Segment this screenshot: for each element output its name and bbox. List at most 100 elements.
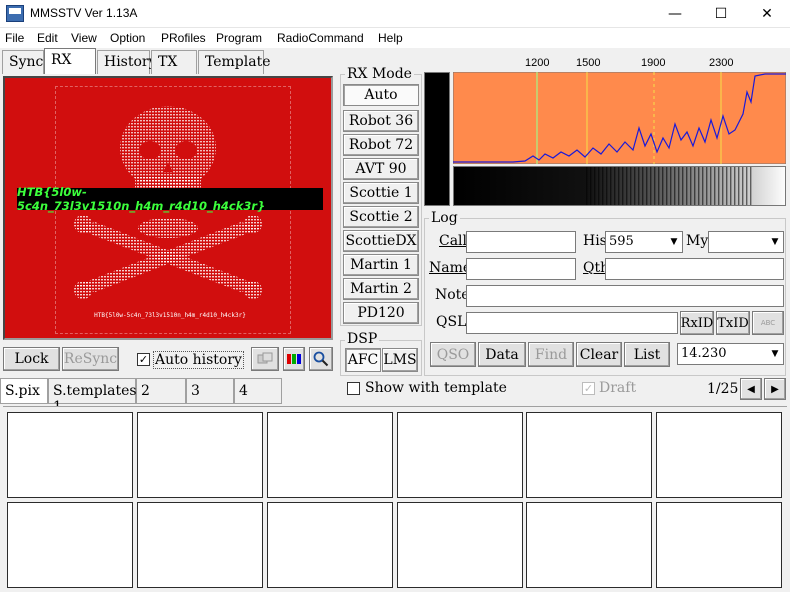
menu-view[interactable]: View [71, 31, 97, 45]
tab-history[interactable]: History [97, 50, 157, 74]
menu-option[interactable]: Option [110, 31, 145, 45]
thumbnail-slot[interactable] [656, 412, 782, 498]
thumbnail-slot[interactable] [267, 502, 393, 588]
prev-page-button[interactable]: ◀ [740, 378, 762, 400]
thumbnail-slot[interactable] [397, 412, 523, 498]
mode-martin-1[interactable]: Martin 1 [343, 254, 419, 276]
image-caption-text: HTB{5l0w-5c4n_73l3v1510n_h4m_r4d10_h4ck3… [94, 312, 246, 319]
colorbars-icon [287, 354, 301, 364]
afc-button[interactable]: AFC [345, 348, 381, 372]
magnifier-icon [313, 351, 329, 367]
tab-template[interactable]: Template [198, 50, 271, 74]
qth-field[interactable] [605, 258, 784, 280]
menu-program[interactable]: Program [216, 31, 262, 45]
spectrum-display[interactable] [453, 72, 786, 164]
draft-label: Draft [599, 380, 637, 396]
waterfall-display[interactable] [453, 166, 786, 206]
mode-scottiedx[interactable]: ScottieDX [343, 230, 419, 252]
menu-help[interactable]: Help [378, 31, 403, 45]
my-label: My [686, 233, 709, 249]
menu-profiles[interactable]: PRofiles [161, 31, 206, 45]
tab-tx[interactable]: TX [151, 50, 197, 74]
show-with-template-label: Show with template [365, 380, 507, 396]
qsl-label: QSL [436, 314, 467, 330]
thumbnail-slot[interactable] [526, 412, 652, 498]
data-button[interactable]: Data [478, 342, 526, 367]
tab-4[interactable]: 4 [234, 378, 282, 404]
call-field[interactable] [466, 231, 576, 253]
rx-image-panel[interactable]: HTB{5l0w-5c4n_73l3v1510n_h4m_r4d10_h4ck3… [3, 76, 333, 340]
thumbnail-slot[interactable] [267, 412, 393, 498]
app-icon [6, 5, 24, 22]
tab-3[interactable]: 3 [186, 378, 234, 404]
chevron-down-icon[interactable]: ▼ [666, 232, 682, 252]
chevron-down-icon[interactable]: ▼ [767, 344, 783, 364]
mode-scottie-1[interactable]: Scottie 1 [343, 182, 419, 204]
note-label: Note [435, 287, 470, 303]
clear-button[interactable]: Clear [576, 342, 622, 367]
chevron-down-icon[interactable]: ▼ [767, 232, 783, 252]
title-bar: MMSSTV Ver 1.13A — ☐ ✕ [0, 0, 790, 28]
maximize-button[interactable]: ☐ [698, 0, 744, 28]
thumbnail-slot[interactable] [397, 502, 523, 588]
abc-button[interactable]: ABC [752, 311, 784, 335]
thumbnail-slot[interactable] [656, 502, 782, 588]
thumbnail-slot[interactable] [526, 502, 652, 588]
zoom-button[interactable] [309, 347, 333, 371]
mode-martin-2[interactable]: Martin 2 [343, 278, 419, 300]
page-counter: 1/25 [707, 381, 739, 397]
his-value: 595 [609, 234, 634, 249]
tab-rx[interactable]: RX [44, 48, 96, 74]
lms-button[interactable]: LMS [382, 348, 418, 372]
next-page-button[interactable]: ▶ [764, 378, 786, 400]
close-button[interactable]: ✕ [744, 0, 790, 28]
waterfall-lines [454, 167, 785, 205]
call-label: Call [439, 233, 468, 249]
freq-label-1500: 1500 [576, 57, 601, 69]
my-combo[interactable]: ▼ [708, 231, 784, 253]
frequency-combo[interactable]: 14.230 ▼ [677, 343, 784, 365]
copy-icon [257, 352, 273, 364]
draft-checkbox[interactable]: ✓ [582, 382, 595, 395]
mode-robot-36[interactable]: Robot 36 [343, 110, 419, 132]
menu-file[interactable]: File [5, 31, 24, 45]
lock-button[interactable]: Lock [3, 347, 60, 371]
qsl-field[interactable] [466, 312, 678, 334]
thumbnail-slot[interactable] [7, 412, 133, 498]
find-button[interactable]: Find [528, 342, 574, 367]
mode-auto[interactable]: Auto [343, 84, 419, 106]
rx-mode-title: RX Mode [345, 66, 414, 82]
mode-scottie-2[interactable]: Scottie 2 [343, 206, 419, 228]
mode-avt-90[interactable]: AVT 90 [343, 158, 419, 180]
show-with-template-checkbox[interactable] [347, 382, 360, 395]
note-field[interactable] [466, 285, 784, 307]
his-combo[interactable]: 595 ▼ [605, 231, 683, 253]
mode-pd120[interactable]: PD120 [343, 302, 419, 324]
txid-button[interactable]: TxID [716, 311, 750, 335]
resync-button[interactable]: ReSync [62, 347, 119, 371]
menu-radiocommand[interactable]: RadioCommand [277, 31, 364, 45]
thumbnail-slot[interactable] [137, 502, 263, 588]
auto-history-label: Auto history [153, 351, 244, 369]
thumbnail-slot[interactable] [7, 502, 133, 588]
name-field[interactable] [466, 258, 576, 280]
thumbnail-slot[interactable] [137, 412, 263, 498]
tab-stemplates-1[interactable]: S.templates 1 [48, 378, 137, 415]
tab-2[interactable]: 2 [136, 378, 186, 404]
minimize-button[interactable]: — [652, 0, 698, 28]
mode-robot-72[interactable]: Robot 72 [343, 134, 419, 156]
color-bars-button[interactable] [283, 347, 305, 371]
overlay-flag-text: HTB{5l0w-5c4n_73l3v1510n_h4m_r4d10_h4ck3… [17, 185, 323, 213]
menu-bar: File Edit View Option PRofiles Program R… [0, 28, 790, 48]
rxid-button[interactable]: RxID [680, 311, 714, 335]
menu-edit[interactable]: Edit [37, 31, 58, 45]
window-title: MMSSTV Ver 1.13A [30, 6, 138, 20]
tab-spix[interactable]: S.pix [0, 378, 48, 404]
qso-button[interactable]: QSO [430, 342, 476, 367]
name-label: Name [429, 260, 472, 276]
list-button[interactable]: List [624, 342, 670, 367]
copy-image-button[interactable] [251, 347, 279, 371]
auto-history-checkbox[interactable]: ✓ [137, 353, 150, 366]
frequency-value: 14.230 [681, 346, 727, 361]
tab-sync[interactable]: Sync [2, 50, 44, 74]
